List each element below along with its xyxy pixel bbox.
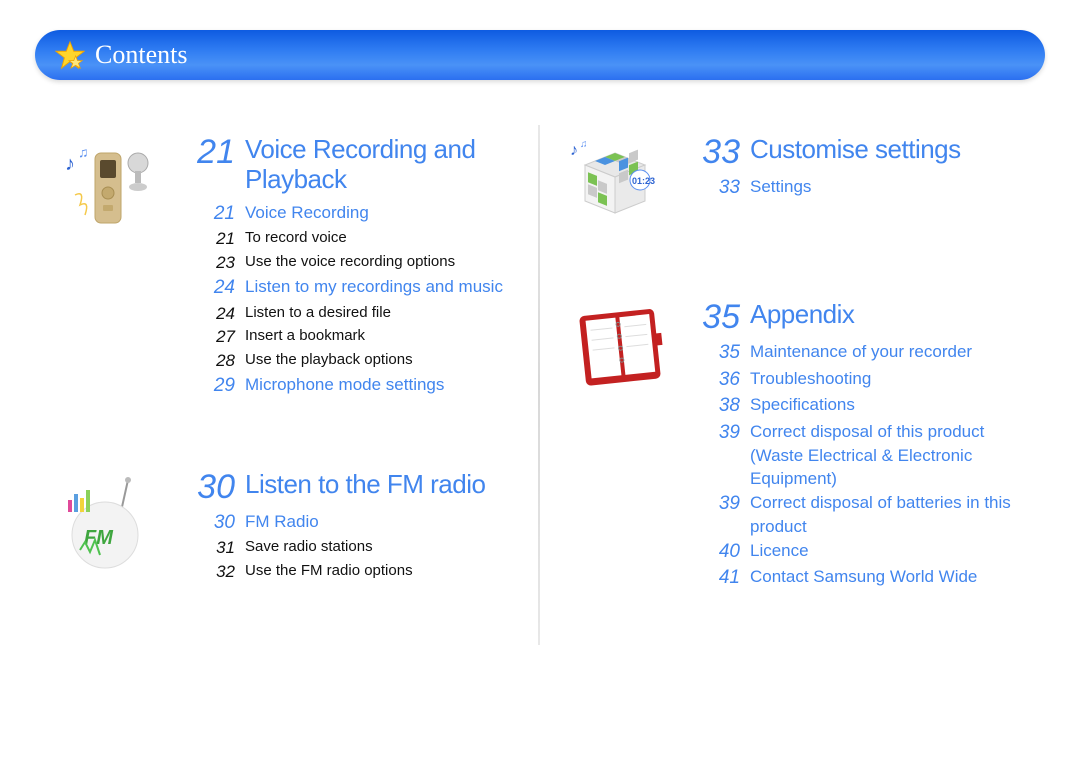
fm-illustration: FM	[35, 455, 195, 584]
planner-illustration	[540, 285, 700, 592]
toc-item[interactable]: 41Contact Samsung World Wide	[700, 565, 1025, 592]
chapter-link[interactable]: 21 Voice Recording and Playback	[195, 135, 520, 195]
chapter-title: Voice Recording and Playback	[245, 135, 520, 195]
toc-item[interactable]: 24Listen to a desired file	[195, 302, 520, 326]
toc-item[interactable]: 35Maintenance of your recorder	[700, 340, 1025, 367]
section-fm-radio: FM 30 Listen to the FM radio 30	[35, 455, 520, 584]
toc-item[interactable]: 36Troubleshooting	[700, 367, 1025, 394]
content-area: ♪ ♫ 2	[35, 100, 1045, 732]
toc-item[interactable]: 39Correct disposal of this product (Wast…	[700, 420, 1025, 491]
toc-item[interactable]: 23Use the voice recording options	[195, 251, 520, 275]
section-appendix: 35 Appendix 35Maintenance of your record…	[540, 285, 1025, 592]
toc-item[interactable]: 32Use the FM radio options	[195, 560, 520, 584]
toc-item[interactable]: 38Specifications	[700, 393, 1025, 420]
chapter-link[interactable]: 30 Listen to the FM radio	[195, 470, 520, 504]
toc-item[interactable]: 31Save radio stations	[195, 536, 520, 560]
contents-header: Contents	[35, 30, 1045, 80]
chapter-title: Customise settings	[750, 135, 961, 165]
toc-item[interactable]: 21To record voice	[195, 227, 520, 251]
toc-item[interactable]: 21Voice Recording	[195, 201, 520, 228]
svg-text:01:23: 01:23	[632, 176, 655, 186]
svg-text:♪: ♪	[570, 142, 578, 159]
toc-item[interactable]: 27Insert a bookmark	[195, 325, 520, 349]
svg-text:♫: ♫	[580, 139, 588, 150]
toc-item[interactable]: 40Licence	[700, 539, 1025, 566]
chapter-page: 33	[700, 135, 750, 169]
chapter-page: 21	[195, 135, 245, 169]
recorder-illustration: ♪ ♫	[35, 120, 195, 400]
toc-item[interactable]: 39Correct disposal of batteries in this …	[700, 491, 1025, 539]
toc-item[interactable]: 30FM Radio	[195, 510, 520, 537]
toc-item[interactable]: 28Use the playback options	[195, 349, 520, 373]
toc-item[interactable]: 24Listen to my recordings and music	[195, 275, 520, 302]
chapter-link[interactable]: 35 Appendix	[700, 300, 1025, 334]
cube-illustration: ♪ ♫	[540, 120, 700, 245]
left-column: ♪ ♫ 2	[35, 100, 540, 732]
chapter-page: 35	[700, 300, 750, 334]
header-title: Contents	[95, 40, 187, 70]
svg-text:♪: ♪	[65, 153, 75, 175]
svg-text:FM: FM	[84, 527, 114, 549]
section-voice-recording: ♪ ♫ 2	[35, 120, 520, 400]
chapter-page: 30	[195, 470, 245, 504]
section-customise: ♪ ♫	[540, 120, 1025, 245]
toc-item[interactable]: 29Microphone mode settings	[195, 373, 520, 400]
svg-text:♫: ♫	[78, 144, 89, 160]
chapter-link[interactable]: 33 Customise settings	[700, 135, 1025, 169]
right-column: ♪ ♫	[540, 100, 1045, 732]
chapter-title: Listen to the FM radio	[245, 470, 485, 500]
chapter-title: Appendix	[750, 300, 854, 330]
toc-item[interactable]: 33Settings	[700, 175, 1025, 202]
star-icon	[55, 40, 85, 70]
